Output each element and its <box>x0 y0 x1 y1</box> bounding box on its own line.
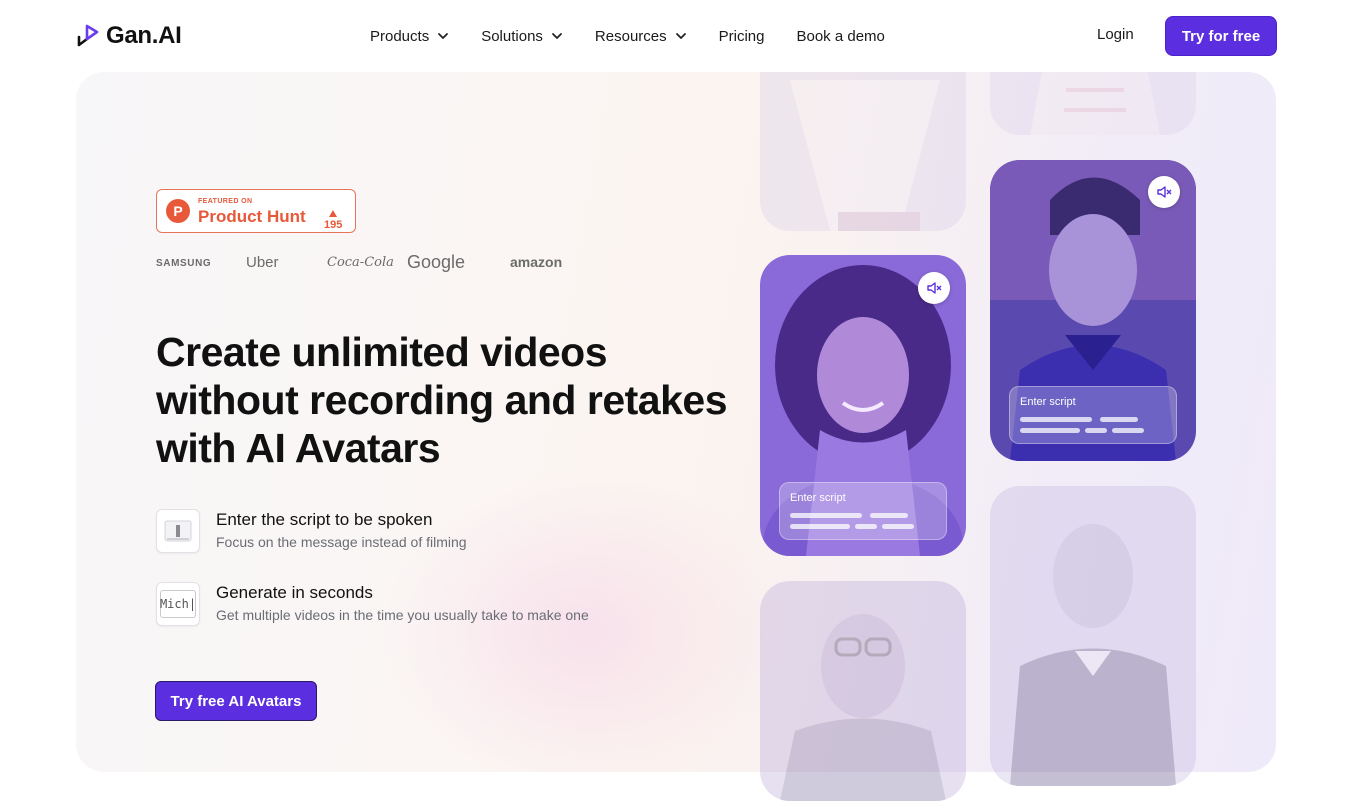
avatar-video-thumbnail <box>990 486 1196 786</box>
mute-icon[interactable] <box>1148 176 1180 208</box>
script-editor-icon <box>156 509 200 553</box>
chevron-down-icon <box>675 33 686 39</box>
menu-products-label: Products <box>370 27 430 45</box>
script-input-label: Enter script <box>1020 396 1076 408</box>
feature-generate: Mich| Generate in seconds Get multiple v… <box>156 582 589 626</box>
coca-cola-logo: Coca-Cola <box>327 255 394 270</box>
feature-generate-subtitle: Get multiple videos in the time you usua… <box>216 607 589 623</box>
product-hunt-name: Product Hunt <box>198 206 306 226</box>
menu-products[interactable]: Products <box>370 28 449 45</box>
generate-typing-icon: Mich| <box>156 582 200 626</box>
chevron-down-icon <box>438 33 449 39</box>
logo[interactable]: Gan.AI <box>76 22 182 50</box>
chevron-down-icon <box>552 33 562 39</box>
mute-icon[interactable] <box>918 272 950 304</box>
menu-resources[interactable]: Resources <box>595 28 687 45</box>
product-hunt-badge[interactable]: P FEATURED ON Product Hunt 195 <box>156 189 356 233</box>
try-free-ai-avatars-button[interactable]: Try free AI Avatars <box>155 681 317 721</box>
avatar-video-card-bottom-right[interactable] <box>990 486 1196 786</box>
product-hunt-featured: FEATURED ON <box>198 197 253 205</box>
menu-pricing-label: Pricing <box>718 27 765 45</box>
logo-text: Gan.AI <box>106 22 182 49</box>
login-link[interactable]: Login <box>1097 26 1134 43</box>
typing-preview: Mich| <box>160 590 196 618</box>
google-logo: Google <box>407 252 466 272</box>
menu-resources-label: Resources <box>594 27 667 45</box>
avatar-video-thumbnail <box>760 581 966 801</box>
samsung-logo: SAMSUNG <box>156 258 212 269</box>
upvote-arrow-icon <box>329 210 338 217</box>
avatar-video-card-man[interactable]: Enter script <box>990 160 1196 461</box>
upvote-count: 195 <box>324 219 343 231</box>
logo-mark-icon <box>77 24 99 47</box>
feature-script: Enter the script to be spoken Focus on t… <box>156 509 467 553</box>
script-input-overlay: Enter script <box>779 482 947 540</box>
menu-solutions-label: Solutions <box>481 27 543 45</box>
amazon-logo: amazon <box>510 254 563 270</box>
avatar-video-card-bottom-left[interactable] <box>760 581 966 801</box>
product-hunt-icon: P <box>166 199 190 223</box>
feature-generate-title: Generate in seconds <box>216 583 373 602</box>
try-for-free-button[interactable]: Try for free <box>1165 16 1277 56</box>
top-nav: Gan.AI Products Solutions Resources Pric… <box>0 0 1352 72</box>
feature-script-subtitle: Focus on the message instead of filming <box>216 534 467 550</box>
main-menu: Products Solutions Resources Pricing Boo… <box>370 26 917 46</box>
hero-headline: Create unlimited videos without recordin… <box>156 329 728 471</box>
script-input-label: Enter script <box>790 492 846 504</box>
avatar-video-card-woman[interactable]: Enter script <box>760 255 966 556</box>
menu-book-demo-label: Book a demo <box>796 27 885 45</box>
feature-script-title: Enter the script to be spoken <box>216 510 433 529</box>
menu-book-demo[interactable]: Book a demo <box>796 28 884 45</box>
uber-logo: Uber <box>246 254 279 271</box>
menu-solutions[interactable]: Solutions <box>481 28 563 45</box>
product-hunt-upvotes: 195 <box>324 210 342 231</box>
script-input-overlay: Enter script <box>1009 386 1177 444</box>
menu-pricing[interactable]: Pricing <box>719 28 765 45</box>
